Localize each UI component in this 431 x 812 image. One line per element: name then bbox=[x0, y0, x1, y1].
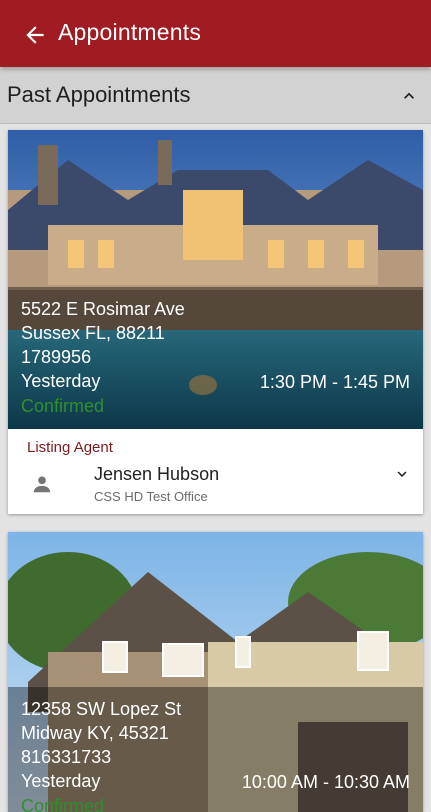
property-photo: 5522 E Rosimar Ave Sussex FL, 88211 1789… bbox=[8, 130, 423, 429]
status-badge: Confirmed bbox=[21, 396, 105, 416]
listing-agent-row[interactable]: Listing Agent Jensen Hubson CSS HD Test … bbox=[8, 429, 423, 514]
arrow-back-icon[interactable] bbox=[22, 22, 48, 48]
status-badge: Confirmed bbox=[21, 796, 105, 812]
appointment-time: 1:30 PM - 1:45 PM bbox=[259, 372, 410, 392]
agent-name: Jensen Hubson bbox=[94, 464, 220, 484]
property-photo: 12358 SW Lopez St Midway KY, 45321 81633… bbox=[8, 532, 423, 812]
chevron-down-icon[interactable] bbox=[393, 465, 411, 483]
city-state-zip: Midway KY, 45321 bbox=[21, 723, 169, 743]
listing-id: 1789956 bbox=[21, 347, 92, 367]
section-title: Past Appointments bbox=[7, 82, 191, 107]
appointment-day: Yesterday bbox=[21, 371, 101, 391]
listing-id: 816331733 bbox=[21, 747, 112, 767]
past-appointments-header[interactable]: Past Appointments bbox=[0, 69, 431, 124]
appointment-time: 10:00 AM - 10:30 AM bbox=[241, 772, 410, 792]
street-address: 12358 SW Lopez St bbox=[21, 699, 182, 719]
appointment-card[interactable]: 5522 E Rosimar Ave Sussex FL, 88211 1789… bbox=[8, 130, 423, 514]
street-address: 5522 E Rosimar Ave bbox=[21, 299, 185, 319]
address-overlay: 12358 SW Lopez St Midway KY, 45321 81633… bbox=[8, 687, 423, 812]
chevron-up-icon[interactable] bbox=[399, 86, 419, 106]
person-icon bbox=[33, 476, 51, 493]
agent-office: CSS HD Test Office bbox=[94, 489, 208, 504]
appointment-card[interactable]: 12358 SW Lopez St Midway KY, 45321 81633… bbox=[8, 532, 423, 812]
agent-label: Listing Agent bbox=[27, 439, 113, 456]
page-title: Appointments bbox=[58, 19, 202, 45]
city-state-zip: Sussex FL, 88211 bbox=[21, 323, 165, 343]
address-overlay: 5522 E Rosimar Ave Sussex FL, 88211 1789… bbox=[8, 287, 423, 429]
app-bar: Appointments bbox=[0, 0, 431, 67]
appointment-day: Yesterday bbox=[21, 771, 101, 791]
